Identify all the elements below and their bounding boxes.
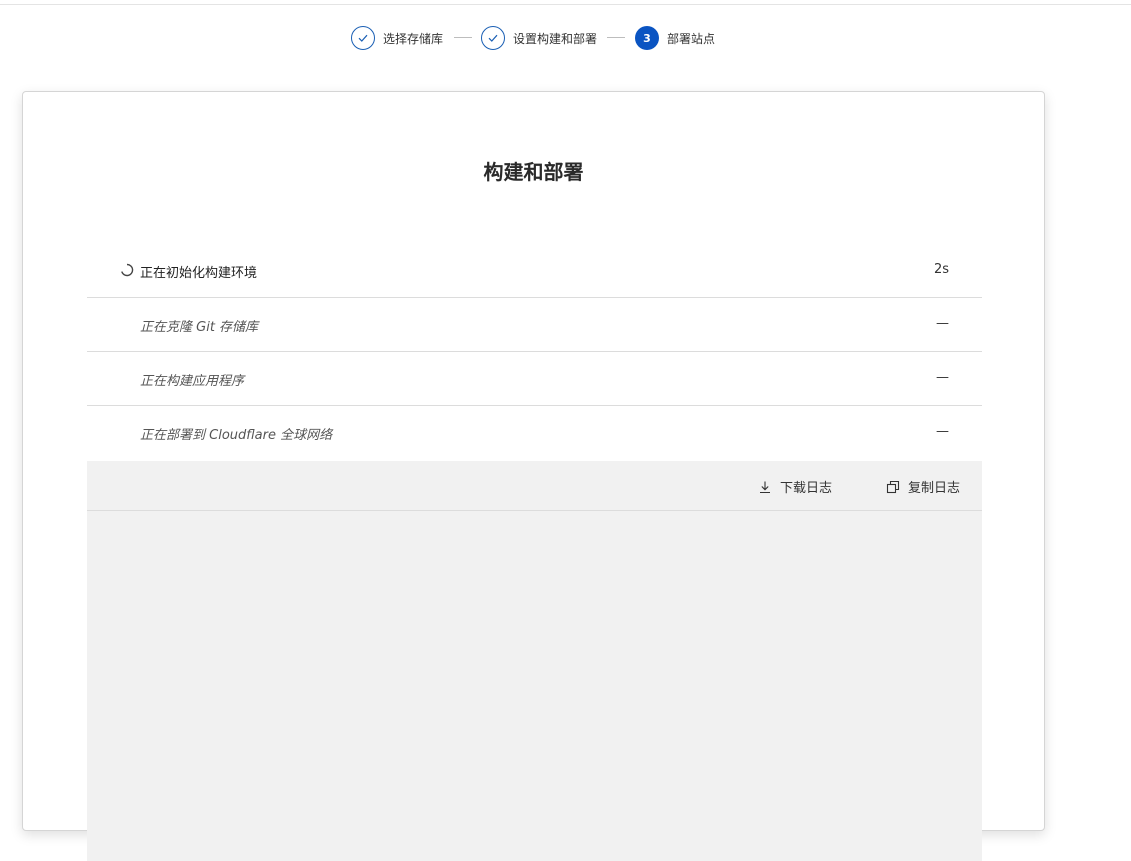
step-build-settings: 设置构建和部署 [481, 24, 597, 52]
task-row: 正在初始化构建环境 2s [87, 244, 982, 298]
step-number-badge: 3 [635, 26, 659, 50]
copy-log-label: 复制日志 [908, 481, 961, 496]
page-title: 构建和部署 [483, 160, 584, 184]
step-label: 部署站点 [667, 31, 716, 46]
build-log-panel[interactable]: 下载日志 复制日志 [87, 461, 982, 861]
task-label: 正在初始化构建环境 [140, 266, 258, 281]
task-duration: — [936, 370, 949, 385]
task-label: 正在克隆 Git 存储库 [140, 320, 259, 335]
step-connector [607, 37, 625, 38]
step-select-repository: 选择存储库 [351, 24, 443, 52]
step-deploy-site: 3 部署站点 [635, 24, 715, 52]
task-row: 正在部署到 Cloudflare 全球网络 — [87, 406, 982, 459]
task-label: 正在部署到 Cloudflare 全球网络 [140, 428, 333, 443]
task-duration: — [936, 316, 949, 331]
task-row: 正在构建应用程序 — [87, 352, 982, 406]
task-duration: 2s [933, 262, 949, 277]
download-icon [760, 481, 770, 493]
build-deploy-card: 构建和部署 正在初始化构建环境 2s 正在克隆 Git 存储库 — 正在构建应用… [22, 91, 1045, 861]
download-log-button[interactable]: 下载日志 [758, 477, 832, 496]
progress-stepper: 选择存储库 设置构建和部署 3 部署站点 [0, 24, 1131, 52]
task-row: 正在克隆 Git 存储库 — [87, 298, 982, 352]
copy-log-button[interactable]: 复制日志 [886, 477, 960, 496]
step-label: 选择存储库 [383, 31, 444, 46]
download-log-label: 下载日志 [780, 481, 833, 496]
spinner-icon [121, 263, 134, 277]
top-divider [0, 4, 1131, 5]
deploy-task-list: 正在初始化构建环境 2s 正在克隆 Git 存储库 — 正在构建应用程序 — 正… [87, 244, 982, 459]
log-toolbar: 下载日志 复制日志 [87, 461, 982, 511]
task-duration: — [936, 424, 949, 439]
check-icon [481, 26, 505, 50]
check-icon [351, 26, 375, 50]
step-connector [454, 37, 472, 38]
step-label: 设置构建和部署 [513, 31, 598, 46]
copy-icon [886, 480, 900, 493]
task-label: 正在构建应用程序 [140, 374, 245, 389]
